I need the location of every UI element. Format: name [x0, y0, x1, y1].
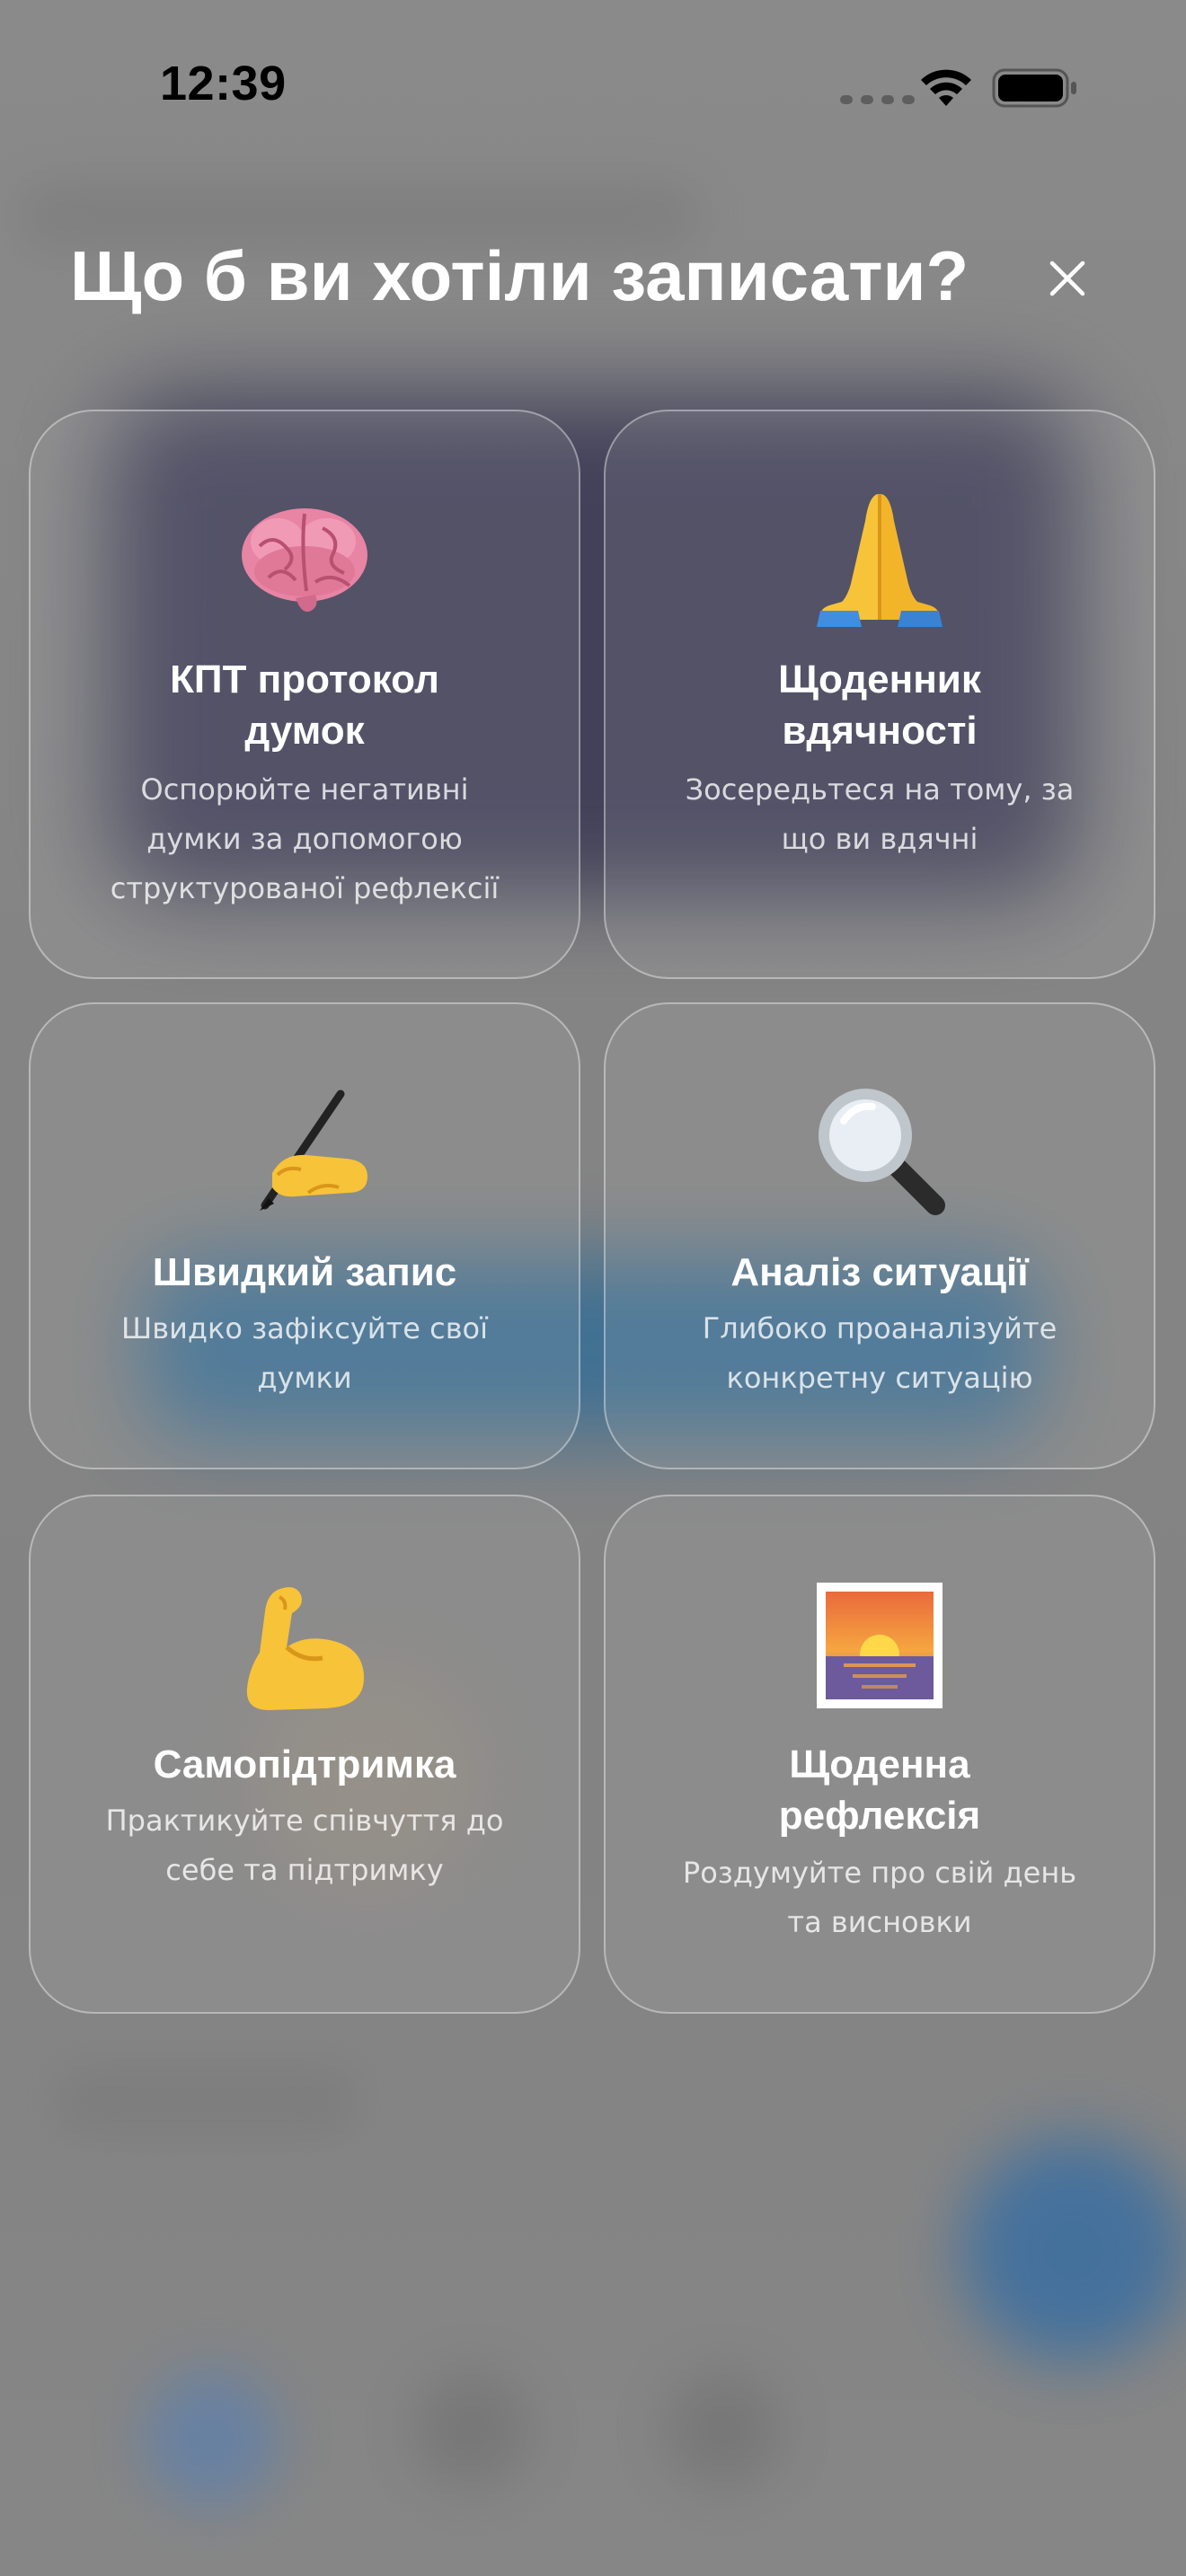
magnifying-glass-emoji-icon [819, 1089, 945, 1215]
card-title: Аналіз ситуації [730, 1250, 1029, 1294]
card-description: Оспорюйте негативні думки за допомогою с… [110, 772, 500, 905]
background-blur-shape [961, 2138, 1186, 2362]
card-self-support[interactable]: Самопідтримка Практикуйте співчуття до с… [29, 1495, 580, 2014]
card-gratitude-journal[interactable]: Щоденник вдячності Зосередьтеся на тому,… [604, 410, 1155, 979]
card-quick-note[interactable]: Швидкий запис Швидко зафіксуйте свої дум… [29, 1002, 580, 1469]
sunrise-emoji-icon [817, 1583, 943, 1708]
status-time: 12:39 [160, 57, 287, 110]
background-blur-shape [54, 2066, 359, 2138]
cellular-signal-icon [840, 95, 915, 104]
card-description: Практикуйте співчуття до себе та підтрим… [105, 1804, 504, 1887]
background-blur-shape [665, 2371, 782, 2488]
card-description: Роздумуйте про свій день та висновки [682, 1856, 1077, 1939]
card-cbt-thought-record[interactable]: КПТ протокол думок Оспорюйте негативні д… [29, 410, 580, 979]
card-title: Щоденна рефлексія [778, 1742, 981, 1838]
card-title: Самопідтримка [153, 1742, 456, 1786]
card-title: Щоденник вдячності [778, 657, 981, 753]
card-daily-reflection[interactable]: Щоденна рефлексія Роздумуйте про свій де… [604, 1495, 1155, 2014]
card-description: Глибоко проаналізуйте конкретну ситуацію [702, 1311, 1058, 1395]
close-icon [1049, 260, 1085, 296]
writing-hand-emoji-icon [260, 1090, 367, 1211]
card-description: Швидко зафіксуйте свої думки [120, 1311, 489, 1395]
brain-emoji-icon [242, 508, 367, 613]
card-title: КПТ протокол думок [170, 657, 439, 753]
card-title: Швидкий запис [152, 1250, 457, 1294]
battery-icon [992, 68, 1076, 108]
praying-hands-emoji-icon [817, 494, 943, 627]
page-title: Що б ви хотіли записати? [70, 236, 969, 315]
status-bar: 12:39 [0, 0, 1186, 171]
card-description: Зосередьтеся на тому, за що ви вдячні [685, 772, 1075, 856]
flexed-biceps-emoji-icon [246, 1587, 364, 1710]
wifi-icon [921, 69, 971, 106]
background-blur-shape [144, 2371, 279, 2506]
background-blur-shape [413, 2371, 530, 2488]
card-situation-analysis[interactable]: Аналіз ситуації Глибоко проаналізуйте ко… [604, 1002, 1155, 1469]
close-button[interactable] [1033, 244, 1102, 313]
